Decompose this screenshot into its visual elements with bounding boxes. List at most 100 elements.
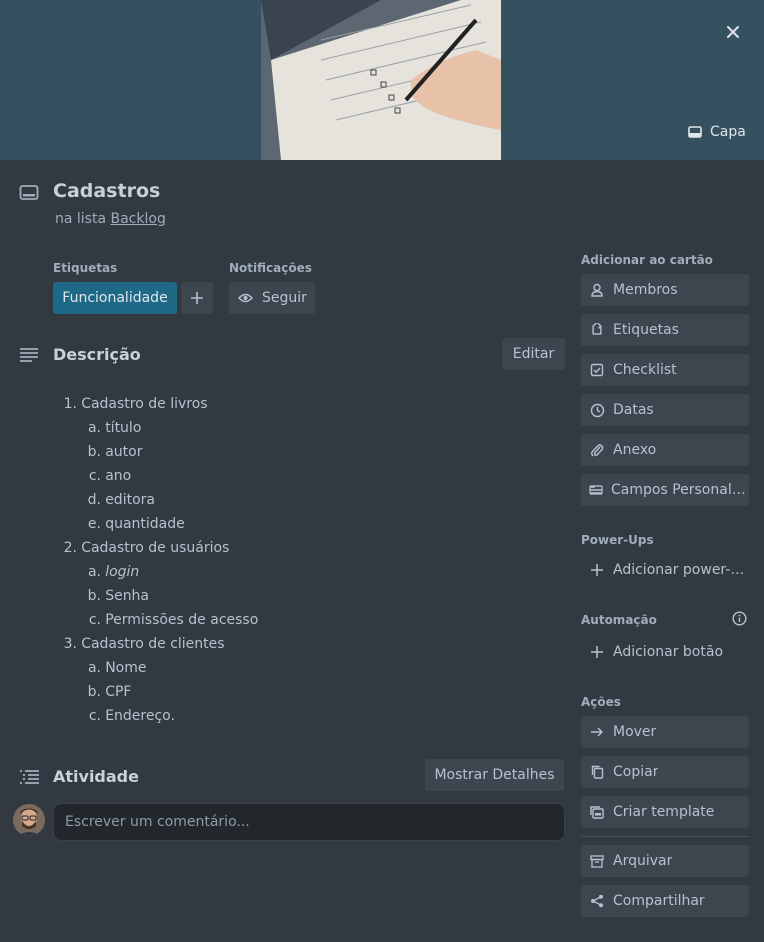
description-list-item: b. CPF <box>53 680 258 704</box>
list-marker: 3. <box>63 636 77 652</box>
comment-input[interactable]: Escrever um comentário... <box>53 803 565 841</box>
add-button-button[interactable]: Adicionar botão <box>581 636 749 668</box>
copy-label: Copiar <box>613 764 659 780</box>
cover-button-label: Capa <box>710 124 746 140</box>
custom-fields-button[interactable]: Campos Personalizados <box>581 474 749 506</box>
custom-fields-label: Campos Personalizados <box>611 482 749 498</box>
list-marker: e. <box>87 516 101 532</box>
description-content[interactable]: 1. Cadastro de livros a. título b. autor c. ano… <box>53 392 259 728</box>
card-icon <box>18 182 40 204</box>
follow-label: Seguir <box>262 290 307 306</box>
notifications-heading: Notificações <box>229 261 312 275</box>
cover-icon <box>688 126 702 138</box>
list-text: ano <box>105 468 132 484</box>
description-list-item: c. Endereço. <box>53 704 258 728</box>
labels-button[interactable]: Etiquetas <box>581 314 749 346</box>
archive-button[interactable]: Arquivar <box>581 845 749 877</box>
activity-heading: Atividade <box>53 767 139 786</box>
add-label-button[interactable] <box>181 282 213 314</box>
info-icon[interactable] <box>731 610 747 626</box>
clock-icon <box>581 403 613 418</box>
description-list-item: b. Senha <box>53 584 258 608</box>
share-button[interactable]: Compartilhar <box>581 885 749 917</box>
list-marker: b. <box>87 588 101 604</box>
list-text: Nome <box>105 660 147 676</box>
checklist-button[interactable]: Checklist <box>581 354 749 386</box>
description-list-item: a. Nome <box>53 656 258 680</box>
in-list-prefix: na lista <box>55 211 107 227</box>
description-heading: Descrição <box>53 345 141 364</box>
checklist-label: Checklist <box>613 362 677 378</box>
labels-heading: Etiquetas <box>53 261 118 275</box>
template-icon <box>581 805 613 819</box>
create-template-button[interactable]: Criar template <box>581 796 749 828</box>
description-list-item: 1. Cadastro de livros <box>53 392 258 416</box>
list-marker: 2. <box>63 540 77 556</box>
cover-button[interactable]: Capa <box>680 118 754 146</box>
attachment-button[interactable]: Anexo <box>581 434 749 466</box>
actions-heading: Ações <box>581 695 621 709</box>
powerups-heading: Power-Ups <box>581 533 654 547</box>
list-text: Cadastro de clientes <box>81 636 225 652</box>
move-button[interactable]: Mover <box>581 716 749 748</box>
list-text: Endereço. <box>105 708 175 724</box>
description-list-item: e. quantidade <box>53 512 258 536</box>
list-marker: b. <box>87 444 101 460</box>
label-chip[interactable]: Funcionalidade <box>53 282 177 314</box>
person-icon <box>581 283 613 297</box>
list-text: login <box>105 564 140 580</box>
dates-button[interactable]: Datas <box>581 394 749 426</box>
in-list-text: na lista Backlog <box>55 211 166 227</box>
avatar[interactable] <box>13 804 45 836</box>
show-details-button[interactable]: Mostrar Detalhes <box>425 759 564 791</box>
list-marker: d. <box>87 492 101 508</box>
list-marker: a. <box>87 420 101 436</box>
paperclip-icon <box>581 443 613 457</box>
edit-description-button[interactable]: Editar <box>502 338 565 370</box>
list-link[interactable]: Backlog <box>111 211 166 227</box>
follow-button[interactable]: Seguir <box>229 282 315 314</box>
close-button[interactable] <box>718 17 748 47</box>
description-list-item: b. autor <box>53 440 258 464</box>
card-cover: Capa <box>0 0 764 160</box>
description-list-item: c. Permissões de acesso <box>53 608 258 632</box>
list-text: autor <box>105 444 143 460</box>
cover-image <box>261 0 501 160</box>
labels-label: Etiquetas <box>613 322 679 338</box>
move-label: Mover <box>613 724 657 740</box>
list-text: título <box>105 420 142 436</box>
list-marker: c. <box>88 708 101 724</box>
eye-icon <box>238 293 253 303</box>
share-label: Compartilhar <box>613 893 705 909</box>
plus-icon <box>581 563 613 577</box>
list-text: editora <box>105 492 155 508</box>
arrow-right-icon <box>581 726 613 738</box>
copy-button[interactable]: Copiar <box>581 756 749 788</box>
list-text: Senha <box>105 588 150 604</box>
attachment-label: Anexo <box>613 442 657 458</box>
add-powerups-button[interactable]: Adicionar power-ups <box>581 554 749 586</box>
tag-icon <box>581 323 613 337</box>
description-list-item: 2. Cadastro de usuários <box>53 536 258 560</box>
list-text: CPF <box>105 684 132 700</box>
card-title[interactable]: Cadastros <box>53 180 160 202</box>
plus-icon <box>581 645 613 659</box>
dates-label: Datas <box>613 402 654 418</box>
list-marker: a. <box>87 660 101 676</box>
members-button[interactable]: Membros <box>581 274 749 306</box>
list-marker: c. <box>88 468 101 484</box>
actions-divider <box>581 836 749 837</box>
list-text: Cadastro de livros <box>81 396 208 412</box>
add-button-label: Adicionar botão <box>613 644 724 660</box>
list-marker: a. <box>87 564 101 580</box>
copy-icon <box>581 765 613 779</box>
automation-heading: Automação <box>581 613 657 627</box>
description-list-item: a. login <box>53 560 258 584</box>
share-icon <box>581 894 613 908</box>
description-list-item: 3. Cadastro de clientes <box>53 632 258 656</box>
description-icon <box>18 344 40 366</box>
list-marker: 1. <box>63 396 77 412</box>
archive-icon <box>581 854 613 868</box>
add-powerups-label: Adicionar power-ups <box>613 562 749 578</box>
list-text: quantidade <box>105 516 185 532</box>
